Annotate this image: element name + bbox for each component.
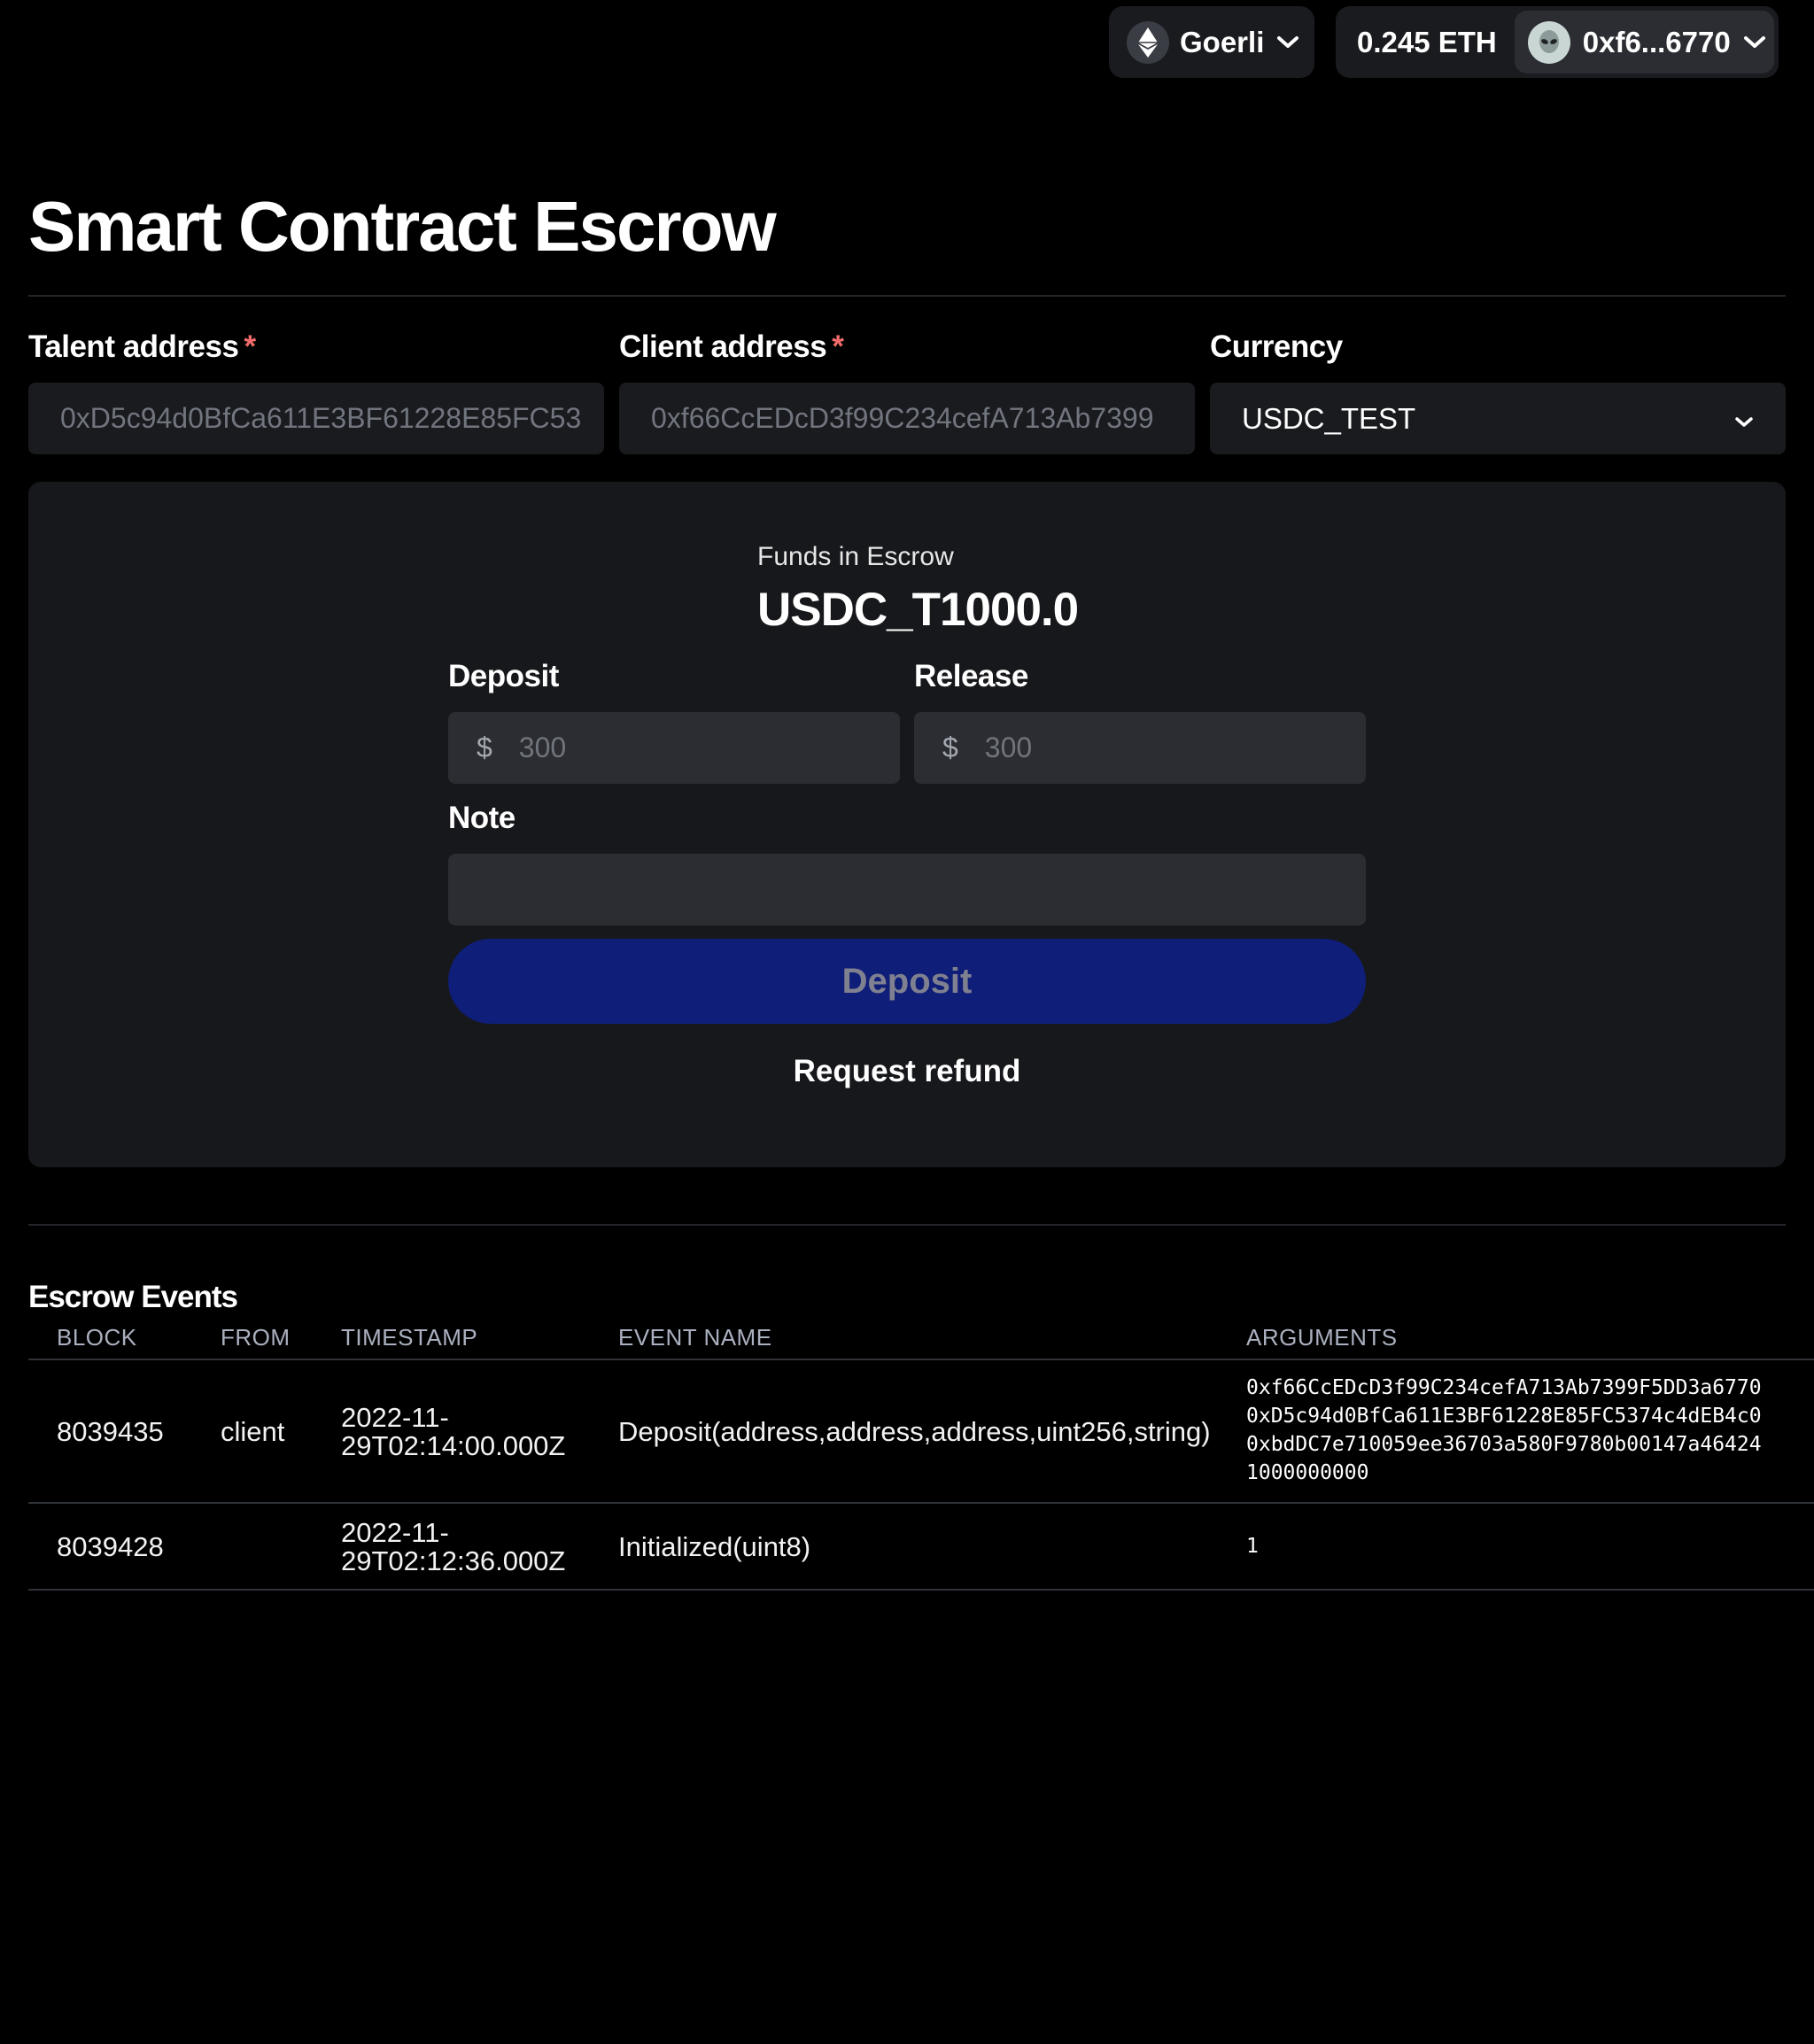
deposit-button[interactable]: Deposit	[448, 939, 1366, 1024]
account-address: 0xf6...6770	[1582, 25, 1731, 58]
column-header-arguments: ARGUMENTS	[1246, 1324, 1398, 1351]
cell-event-name: Initialized(uint8)	[618, 1531, 811, 1562]
column-header-block: BLOCK	[57, 1324, 137, 1351]
cell-from: client	[221, 1416, 285, 1447]
required-marker: *	[832, 329, 844, 364]
talent-address-field[interactable]: 0xD5c94d0BfCa611E3BF61228E85FC53	[28, 383, 604, 454]
network-selector-button[interactable]: Goerli	[1109, 6, 1314, 78]
table-row-divider	[28, 1502, 1814, 1504]
cell-argument: 0xf66CcEDcD3f99C234cefA713Ab7399F5DD3a67…	[1246, 1376, 1762, 1399]
currency-selected-value: USDC_TEST	[1242, 401, 1416, 435]
request-refund-link[interactable]: Request refund	[448, 1054, 1366, 1089]
chevron-down-icon	[1743, 35, 1766, 50]
network-name: Goerli	[1180, 25, 1265, 58]
table-header-divider	[28, 1359, 1814, 1360]
release-amount-input[interactable]: $ 300	[914, 712, 1366, 784]
cell-timestamp-line2: 29T02:14:00.000Z	[341, 1430, 566, 1461]
client-address-field[interactable]: 0xf66CcEDcD3f99C234cefA713Ab7399	[619, 383, 1195, 454]
page-title: Smart Contract Escrow	[28, 187, 777, 266]
cell-timestamp-line2: 29T02:12:36.000Z	[341, 1545, 566, 1576]
cell-argument: 1000000000	[1246, 1461, 1369, 1484]
dollar-sign: $	[477, 732, 492, 763]
cell-argument: 0xbdDC7e710059ee36703a580F9780b00147a464…	[1246, 1433, 1762, 1456]
cell-timestamp-line1: 2022-11-	[341, 1402, 449, 1433]
currency-select[interactable]: USDC_TEST	[1210, 383, 1786, 454]
release-amount-label: Release	[914, 659, 1028, 693]
table-row-divider	[28, 1589, 1814, 1591]
chevron-down-icon	[1276, 35, 1299, 50]
deposit-amount-label: Deposit	[448, 659, 559, 693]
section-divider	[28, 1224, 1786, 1226]
required-marker: *	[244, 329, 256, 364]
ethereum-icon	[1127, 20, 1169, 64]
cell-timestamp-line1: 2022-11-	[341, 1517, 449, 1548]
release-amount-placeholder: 300	[984, 732, 1033, 763]
deposit-amount-placeholder: 300	[518, 732, 567, 763]
column-header-from: FROM	[221, 1324, 291, 1351]
chevron-down-icon	[1734, 402, 1754, 436]
note-label: Note	[448, 801, 516, 835]
client-address-label-text: Client address	[619, 329, 827, 364]
cell-argument: 1	[1246, 1535, 1259, 1558]
wallet-account-box: 0.245 ETH 0xf6...6770	[1336, 6, 1779, 78]
deposit-amount-input[interactable]: $ 300	[448, 712, 900, 784]
funds-in-escrow-value: USDC_T1000.0	[757, 584, 1079, 636]
cell-block: 8039428	[57, 1531, 164, 1562]
cell-argument: 0xD5c94d0BfCa611E3BF61228E85FC5374c4dEB4…	[1246, 1405, 1762, 1428]
talent-address-label: Talent address *	[28, 329, 256, 365]
cell-block: 8039435	[57, 1416, 164, 1447]
alien-avatar-icon	[1527, 20, 1570, 64]
eth-balance: 0.245 ETH	[1357, 25, 1497, 58]
column-header-event-name: EVENT NAME	[618, 1324, 772, 1351]
funds-in-escrow-label: Funds in Escrow	[757, 542, 954, 571]
currency-label: Currency	[1210, 329, 1343, 364]
account-button[interactable]: 0xf6...6770	[1514, 11, 1774, 74]
cell-event-name: Deposit(address,address,address,uint256,…	[618, 1416, 1211, 1447]
title-divider	[28, 295, 1786, 297]
talent-address-label-text: Talent address	[28, 329, 239, 364]
client-address-label: Client address *	[619, 329, 844, 365]
column-header-timestamp: TIMESTAMP	[341, 1324, 478, 1351]
dollar-sign: $	[942, 732, 958, 763]
note-input[interactable]	[448, 854, 1366, 925]
escrow-events-title: Escrow Events	[28, 1280, 238, 1314]
